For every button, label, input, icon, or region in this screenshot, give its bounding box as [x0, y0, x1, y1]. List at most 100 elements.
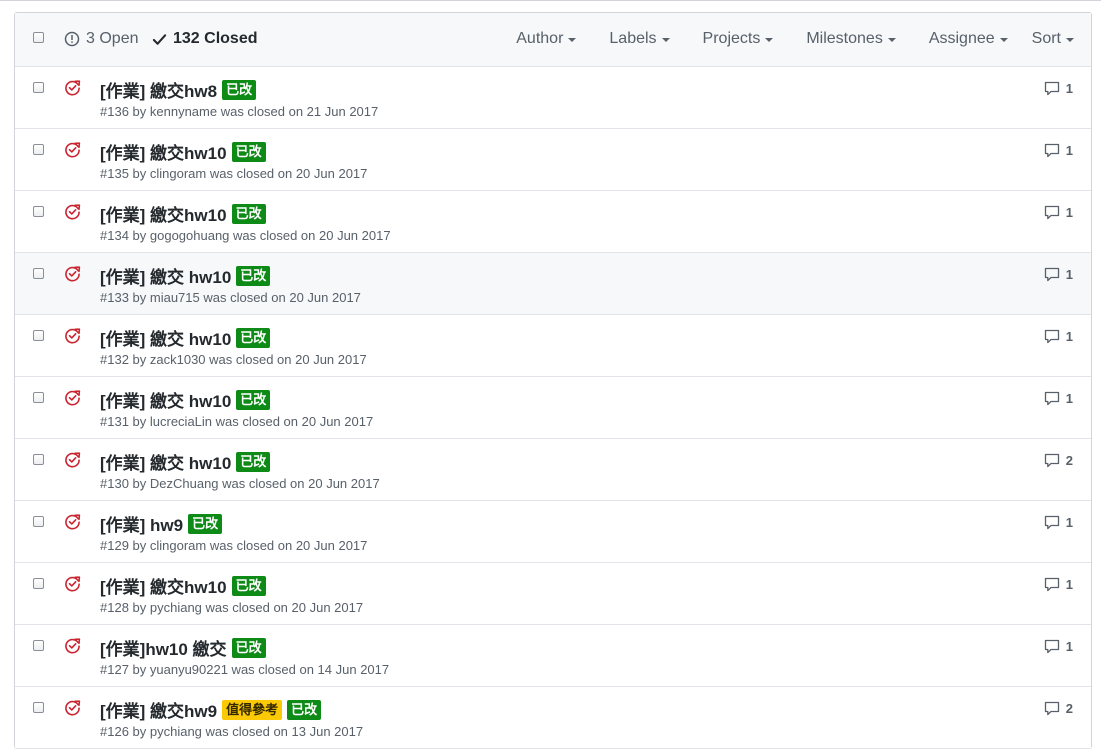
filter-label: Sort: [1031, 30, 1061, 47]
issue-title-link[interactable]: [作業]hw10 繳交: [100, 635, 227, 660]
issue-title-link[interactable]: [作業] 繳交 hw10: [100, 325, 231, 350]
issue-label[interactable]: 已改: [222, 79, 257, 100]
comment-icon: [1044, 515, 1059, 530]
issue-comments-link[interactable]: 1: [1044, 205, 1073, 220]
issue-closed-icon: [65, 328, 81, 344]
issue-meta: #131 by lucreciaLin was closed on 20 Jun…: [100, 414, 374, 429]
comment-count: 1: [1065, 515, 1073, 530]
issue-select-checkbox[interactable]: [33, 82, 44, 93]
issue-label[interactable]: 已改: [231, 575, 266, 596]
issue-label[interactable]: 已改: [287, 699, 322, 720]
issue-row: [作業] hw9 已改 #129 by clingoram was closed…: [15, 501, 1091, 563]
issue-comments-link[interactable]: 1: [1044, 391, 1073, 406]
comment-count: 2: [1065, 701, 1073, 716]
issue-labels: 已改: [227, 637, 266, 658]
issue-meta: #132 by zack1030 was closed on 20 Jun 20…: [100, 352, 367, 367]
comment-icon: [1044, 639, 1059, 654]
issue-select-checkbox[interactable]: [33, 330, 44, 341]
issue-select-checkbox[interactable]: [33, 206, 44, 217]
issue-select-checkbox[interactable]: [33, 578, 44, 589]
issue-select-checkbox[interactable]: [33, 454, 44, 465]
issue-title-line: [作業] 繳交 hw10 已改: [100, 387, 271, 412]
comment-count: 1: [1065, 639, 1073, 654]
closed-issues-tab[interactable]: 132 Closed: [152, 30, 257, 48]
issue-select-checkbox[interactable]: [33, 144, 44, 155]
issue-title-link[interactable]: [作業] 繳交hw8: [100, 77, 217, 102]
issue-comments-link[interactable]: 1: [1044, 143, 1073, 158]
issue-comments-link[interactable]: 1: [1044, 639, 1073, 654]
issue-comments-link[interactable]: 2: [1044, 453, 1073, 468]
issue-select-checkbox[interactable]: [33, 392, 44, 403]
issue-select-checkbox[interactable]: [33, 702, 44, 713]
filter-projects[interactable]: Projects: [703, 30, 774, 48]
issue-labels: 已改: [183, 513, 223, 534]
issue-select-checkbox[interactable]: [33, 516, 44, 527]
filter-labels[interactable]: Labels: [609, 30, 670, 48]
issue-label[interactable]: 已改: [188, 513, 223, 534]
filter-milestones[interactable]: Milestones: [806, 30, 896, 48]
filter-author[interactable]: Author: [516, 30, 577, 48]
issue-title-link[interactable]: [作業] 繳交 hw10: [100, 263, 231, 288]
issue-row: [作業] 繳交 hw10 已改 #131 by lucreciaLin was …: [15, 377, 1091, 439]
issue-closed-icon: [65, 514, 81, 530]
issue-comments-link[interactable]: 2: [1044, 701, 1073, 716]
issue-meta: #129 by clingoram was closed on 20 Jun 2…: [100, 538, 368, 553]
caret-down-icon: [568, 38, 577, 42]
issue-meta: #136 by kennyname was closed on 21 Jun 2…: [100, 104, 379, 119]
issue-comments-link[interactable]: 1: [1044, 577, 1073, 592]
issue-closed-icon: [65, 80, 81, 96]
caret-down-icon: [887, 38, 896, 42]
issue-label[interactable]: 已改: [231, 141, 266, 162]
issue-labels: 已改: [227, 141, 266, 162]
issue-label[interactable]: 值得參考: [222, 699, 283, 720]
issue-title-line: [作業] hw9 已改: [100, 511, 223, 536]
issues-list-header: 3 Open 132 Closed Author Labels Projects…: [15, 13, 1091, 67]
filter-assignee[interactable]: Assignee: [929, 30, 1008, 48]
issue-comments-link[interactable]: 1: [1044, 329, 1073, 344]
issue-title-link[interactable]: [作業] 繳交hw9: [100, 697, 217, 722]
issue-label[interactable]: 已改: [231, 203, 266, 224]
issue-title-link[interactable]: [作業] 繳交 hw10: [100, 449, 231, 474]
comment-icon: [1044, 81, 1059, 96]
comment-icon: [1044, 701, 1059, 716]
issue-label[interactable]: 已改: [236, 451, 271, 472]
issue-closed-icon: [65, 638, 81, 654]
issue-select-checkbox[interactable]: [33, 268, 44, 279]
comment-count: 1: [1065, 577, 1073, 592]
issue-title-line: [作業]hw10 繳交 已改: [100, 635, 266, 660]
filter-label: Labels: [609, 30, 657, 47]
comment-icon: [1044, 453, 1059, 468]
issues-list: 3 Open 132 Closed Author Labels Projects…: [14, 12, 1092, 749]
caret-down-icon: [661, 38, 670, 42]
issue-title-link[interactable]: [作業] 繳交 hw10: [100, 387, 231, 412]
comment-count: 1: [1065, 391, 1073, 406]
issue-title-link[interactable]: [作業] hw9: [100, 511, 183, 536]
issue-title-link[interactable]: [作業] 繳交hw10: [100, 201, 227, 226]
issue-comments-link[interactable]: 1: [1044, 515, 1073, 530]
issue-closed-icon: [65, 204, 81, 220]
issue-label[interactable]: 已改: [231, 637, 266, 658]
comment-count: 1: [1065, 81, 1073, 96]
select-all-checkbox[interactable]: [33, 32, 44, 43]
open-issues-tab[interactable]: 3 Open: [64, 30, 138, 48]
comment-count: 1: [1065, 205, 1073, 220]
issue-label[interactable]: 已改: [236, 389, 271, 410]
issue-select-checkbox[interactable]: [33, 640, 44, 651]
issue-label[interactable]: 已改: [236, 265, 271, 286]
issue-title-line: [作業] 繳交 hw10 已改: [100, 325, 271, 350]
issue-title-link[interactable]: [作業] 繳交hw10: [100, 573, 227, 598]
issue-comments-link[interactable]: 1: [1044, 267, 1073, 282]
issue-label[interactable]: 已改: [236, 327, 271, 348]
comment-count: 1: [1065, 329, 1073, 344]
caret-down-icon: [1066, 38, 1074, 42]
issue-title-link[interactable]: [作業] 繳交hw10: [100, 139, 227, 164]
issue-closed-icon: [65, 266, 81, 282]
comment-icon: [1044, 205, 1059, 220]
issue-title-line: [作業] 繳交hw8 已改: [100, 77, 257, 102]
issue-closed-icon: [65, 700, 81, 716]
issue-meta: #133 by miau715 was closed on 20 Jun 201…: [100, 290, 361, 305]
filter-label: Milestones: [806, 30, 883, 47]
issue-title-line: [作業] 繳交 hw10 已改: [100, 263, 271, 288]
filter-sort[interactable]: Sort: [1032, 30, 1074, 48]
issue-comments-link[interactable]: 1: [1044, 81, 1073, 96]
